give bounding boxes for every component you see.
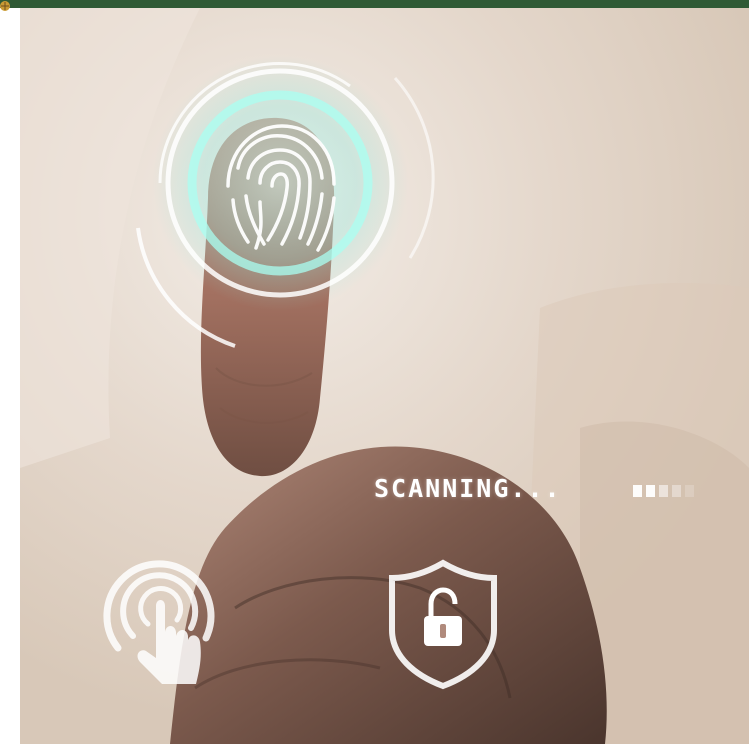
photo-scene (20, 8, 749, 744)
header-bar (0, 0, 749, 8)
fingerprint-photo (20, 8, 749, 744)
progress-segment (646, 485, 655, 497)
scanning-status-label: SCANNING... (374, 474, 562, 503)
screenshot-root: SCANNING... (0, 0, 749, 744)
progress-segment (659, 485, 668, 497)
progress-segment (685, 485, 694, 497)
progress-segment (633, 485, 642, 497)
progress-segment (672, 485, 681, 497)
scan-progress-bar (633, 485, 694, 497)
logo-icon (0, 1, 10, 11)
